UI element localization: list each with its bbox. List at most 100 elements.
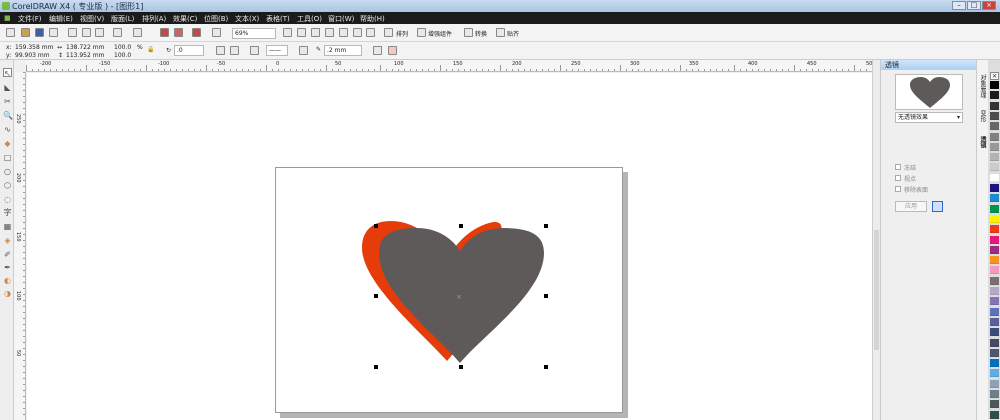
lock-button[interactable] (932, 201, 943, 212)
palette-swatch[interactable] (990, 153, 999, 162)
menu-view[interactable]: 视图(V) (80, 14, 104, 24)
menu-arrange[interactable]: 排列(A) (142, 14, 166, 24)
convert-curves-icon[interactable] (373, 46, 382, 55)
horizontal-ruler[interactable]: -200 -150 -100 -50 0 50 100 150 200 250 300 350 400 4… (26, 60, 876, 72)
paste-icon[interactable] (95, 28, 104, 37)
lens-type-select[interactable]: 无透镜效果 ▾ (895, 112, 963, 123)
apply-button[interactable]: 应用 (895, 201, 927, 212)
menu-bitmaps[interactable]: 位图(B) (204, 14, 228, 24)
palette-swatch[interactable] (990, 245, 999, 254)
freeze-checkbox[interactable] (895, 164, 901, 170)
minimize-button[interactable]: – (952, 1, 966, 10)
selection-handle[interactable] (374, 365, 378, 369)
convert-button[interactable]: 转换 (475, 29, 487, 38)
palette-swatch[interactable] (990, 194, 999, 203)
drawing-canvas[interactable]: × (27, 73, 872, 420)
palette-swatch[interactable] (990, 348, 999, 357)
lock-ratio-icon[interactable]: 🔒 (147, 46, 154, 53)
palette-swatch[interactable] (990, 163, 999, 172)
palette-swatch[interactable] (990, 111, 999, 120)
selection-handle[interactable] (459, 365, 463, 369)
freehand-tool-icon[interactable]: ∿ (3, 125, 12, 134)
palette-swatch[interactable] (990, 359, 999, 368)
arrange-icon[interactable] (384, 28, 393, 37)
palette-swatch[interactable] (990, 297, 999, 306)
menu-effects[interactable]: 效果(C) (173, 14, 197, 24)
zoom-tool-icon[interactable]: 🔍 (3, 111, 13, 120)
palette-swatch[interactable] (990, 390, 999, 398)
arrange-button[interactable]: 排列 (396, 29, 408, 38)
new-icon[interactable] (6, 28, 15, 37)
palette-swatch[interactable] (990, 235, 999, 244)
palette-swatch[interactable] (990, 132, 999, 141)
palette-swatch[interactable] (990, 91, 999, 100)
palette-swatch[interactable] (990, 122, 999, 131)
scroll-thumb[interactable] (874, 230, 879, 350)
wrap-text-icon[interactable] (250, 46, 259, 55)
zoom-width-icon[interactable] (366, 28, 375, 37)
polygon-tool-icon[interactable]: ⬡ (3, 181, 12, 190)
table-tool-icon[interactable]: ▦ (3, 222, 12, 231)
palette-swatch[interactable] (990, 328, 999, 337)
palette-swatch[interactable] (990, 317, 999, 326)
palette-swatch[interactable] (990, 307, 999, 316)
menu-file[interactable]: 文件(F) (18, 14, 42, 24)
menu-window[interactable]: 窗口(W) (328, 14, 354, 24)
mirror-horizontal-icon[interactable] (216, 46, 225, 55)
palette-swatch[interactable] (990, 81, 999, 89)
close-button[interactable]: × (982, 1, 996, 10)
crop-tool-icon[interactable]: ✂ (3, 97, 12, 106)
palette-swatch[interactable] (990, 266, 999, 275)
selection-handle[interactable] (459, 224, 463, 228)
y-position-field[interactable]: 99.903 mm (15, 52, 50, 59)
height-field[interactable]: 113.952 mm (66, 52, 104, 59)
zoom-selected-icon[interactable] (325, 28, 334, 37)
zoom-tool-icon[interactable] (283, 28, 292, 37)
save-icon[interactable] (35, 28, 44, 37)
zoom-all-icon[interactable] (339, 28, 348, 37)
interactive-blend-icon[interactable]: ◈ (3, 236, 12, 245)
options-icon[interactable] (212, 28, 221, 37)
menu-text[interactable]: 文本(X) (235, 14, 259, 24)
remove-face-checkbox[interactable] (895, 186, 901, 192)
convert-icon[interactable] (464, 28, 473, 37)
menu-edit[interactable]: 编辑(E) (49, 14, 73, 24)
tab-object-manager[interactable]: 对象管理 (978, 74, 987, 98)
zoom-out-icon[interactable] (311, 28, 320, 37)
interactive-fill-icon[interactable]: ◑ (3, 289, 12, 298)
palette-swatch[interactable] (990, 369, 999, 378)
width-field[interactable]: 138.722 mm (66, 44, 104, 51)
export-icon[interactable] (174, 28, 183, 37)
palette-swatch[interactable] (990, 214, 999, 223)
palette-swatch[interactable] (990, 225, 999, 234)
open-icon[interactable] (21, 28, 30, 37)
palette-swatch[interactable] (990, 256, 999, 265)
scale-y-field[interactable]: 100.0 (114, 52, 131, 59)
tab-transform[interactable]: 变形 (978, 110, 987, 122)
rectangle-tool-icon[interactable]: □ (3, 153, 12, 162)
eyedropper-icon[interactable]: ✐ (3, 250, 12, 259)
selection-handle[interactable] (374, 294, 378, 298)
selection-handle[interactable] (374, 224, 378, 228)
undo-icon[interactable] (113, 28, 122, 37)
weld-button[interactable]: 增强组件 (428, 29, 452, 38)
no-color-swatch[interactable]: × (990, 72, 999, 80)
palette-swatch[interactable] (990, 410, 999, 419)
cut-icon[interactable] (68, 28, 77, 37)
import-icon[interactable] (160, 28, 169, 37)
break-apart-icon[interactable] (388, 46, 397, 55)
shape-tool-icon[interactable]: ◣ (3, 83, 12, 92)
palette-swatch[interactable] (990, 184, 999, 192)
vertical-scrollbar[interactable] (872, 60, 880, 420)
menu-table[interactable]: 表格(T) (266, 14, 290, 24)
menu-tools[interactable]: 工具(O) (297, 14, 322, 24)
selection-handle[interactable] (544, 294, 548, 298)
rotation-field[interactable]: .0 (174, 45, 204, 56)
zoom-page-icon[interactable] (353, 28, 362, 37)
basic-shapes-icon[interactable]: ◌ (3, 195, 12, 204)
palette-swatch[interactable] (990, 379, 999, 388)
palette-swatch[interactable] (990, 173, 999, 182)
snap-icon[interactable] (496, 28, 505, 37)
zoom-in-icon[interactable] (297, 28, 306, 37)
snap-button[interactable]: 贴齐 (507, 29, 519, 38)
